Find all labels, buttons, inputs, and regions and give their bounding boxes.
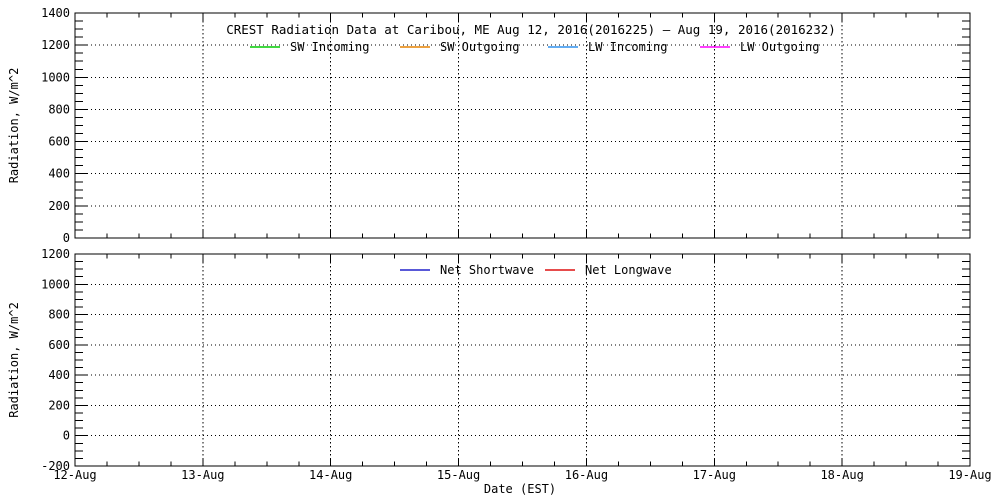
x-tick-label: 18-Aug bbox=[820, 468, 863, 482]
x-tick-label: 14-Aug bbox=[309, 468, 352, 482]
y-tick-label: 400 bbox=[48, 368, 70, 382]
y-tick-label: 0 bbox=[63, 231, 70, 245]
legend-label: Net Shortwave bbox=[440, 263, 534, 277]
top-panel: 0 200 400 600 800 1000 1200 1400 CREST Radiation… bbox=[7, 6, 970, 245]
x-tick-label: 17-Aug bbox=[693, 468, 736, 482]
y-tick-label: 200 bbox=[48, 199, 70, 213]
y-tick-label: 600 bbox=[48, 135, 70, 149]
bottom-panel: -200020040060080010001200Radiation, W/m^… bbox=[7, 247, 992, 496]
panel-frame bbox=[75, 254, 970, 466]
y-tick-label: 400 bbox=[48, 167, 70, 181]
y-tick-label: 1000 bbox=[41, 70, 70, 84]
panel-frame bbox=[75, 13, 970, 238]
y-tick-label: 1200 bbox=[41, 38, 70, 52]
y-tick-label: 0 bbox=[63, 429, 70, 443]
y-axis-label: Radiation, W/m^2 bbox=[7, 302, 21, 418]
y-tick-label: 600 bbox=[48, 338, 70, 352]
legend: Net Shortwave Net Longwave bbox=[400, 263, 672, 277]
legend: SW Incoming SW Outgoing LW Incoming LW Outg… bbox=[250, 40, 819, 54]
y-tick-label: 1000 bbox=[41, 277, 70, 291]
radiation-plot-figure: 0 200 400 600 800 1000 1200 1400 CREST Radiation… bbox=[0, 0, 1000, 500]
chart-canvas: 0 200 400 600 800 1000 1200 1400 CREST Radiation… bbox=[0, 0, 1000, 500]
y-tick-label: 200 bbox=[48, 398, 70, 412]
x-tick-label: 12-Aug bbox=[53, 468, 96, 482]
y-tick-label: 1400 bbox=[41, 6, 70, 20]
x-tick-label: 16-Aug bbox=[565, 468, 608, 482]
y-tick-label: 800 bbox=[48, 102, 70, 116]
legend-label: LW Outgoing bbox=[740, 40, 819, 54]
x-axis-label: Date (EST) bbox=[484, 482, 556, 496]
legend-label: SW Incoming bbox=[290, 40, 369, 54]
legend-label: Net Longwave bbox=[585, 263, 672, 277]
y-tick-label: 1200 bbox=[41, 247, 70, 261]
legend-label: LW Incoming bbox=[588, 40, 667, 54]
x-tick-label: 19-Aug bbox=[948, 468, 991, 482]
chart-title: CREST Radiation Data at Caribou, ME Aug … bbox=[226, 22, 836, 37]
x-tick-label: 15-Aug bbox=[437, 468, 480, 482]
x-tick-label: 13-Aug bbox=[181, 468, 224, 482]
y-axis-label: Radiation, W/m^2 bbox=[7, 68, 21, 184]
y-tick-label: 800 bbox=[48, 308, 70, 322]
legend-label: SW Outgoing bbox=[440, 40, 519, 54]
